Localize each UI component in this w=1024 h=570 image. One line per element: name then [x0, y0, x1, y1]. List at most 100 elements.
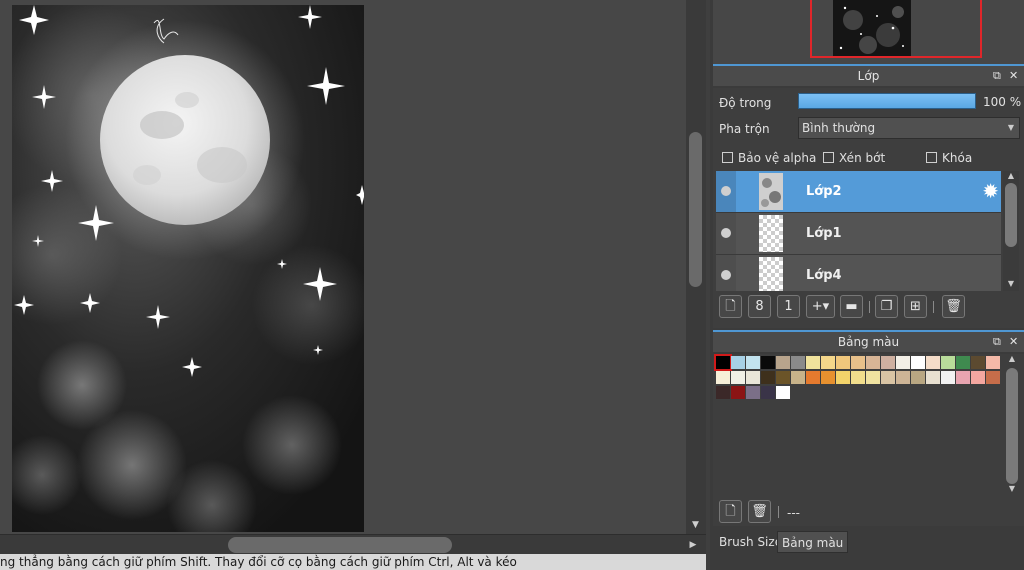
color-swatch[interactable]: [881, 356, 895, 369]
layer-row[interactable]: Lớp1: [716, 213, 1001, 255]
gear-icon[interactable]: ✹: [982, 179, 999, 203]
add-layer-dropdown-button[interactable]: +▾: [806, 295, 835, 318]
palette-scroll-thumb[interactable]: [1006, 368, 1018, 484]
color-swatch[interactable]: [896, 356, 910, 369]
layer-name: Lớp4: [806, 268, 842, 283]
new-page-icon: 🗋: [725, 504, 736, 519]
color-swatch[interactable]: [851, 371, 865, 384]
checkbox-box[interactable]: [823, 152, 834, 163]
scroll-down-arrow-icon[interactable]: ▼: [689, 519, 702, 532]
layer-visibility-toggle[interactable]: [716, 255, 736, 291]
opacity-slider[interactable]: [798, 93, 976, 109]
layer-list: Lớp2 ✹ Lớp1 Lớp4: [716, 171, 1001, 291]
canvas-horizontal-scrollbar[interactable]: ▶: [0, 534, 706, 554]
close-icon[interactable]: ✕: [1009, 66, 1018, 86]
color-swatch[interactable]: [821, 356, 835, 369]
lock-checkbox[interactable]: Khóa: [926, 151, 972, 165]
blend-mode-label: Pha trộn: [719, 122, 770, 136]
layer-row[interactable]: Lớp2 ✹: [716, 171, 1001, 213]
color-swatch[interactable]: [941, 371, 955, 384]
color-swatch[interactable]: [926, 371, 940, 384]
color-swatch[interactable]: [746, 356, 760, 369]
color-swatch[interactable]: [731, 386, 745, 399]
color-swatch[interactable]: [986, 371, 1000, 384]
color-swatch[interactable]: [821, 371, 835, 384]
scroll-right-arrow-icon[interactable]: ▶: [686, 537, 700, 553]
scroll-down-arrow-icon[interactable]: ▼: [1003, 279, 1019, 288]
color-swatch[interactable]: [761, 386, 775, 399]
color-swatch[interactable]: [851, 356, 865, 369]
new-raster-layer-button[interactable]: 8: [748, 295, 771, 318]
layer-visibility-toggle[interactable]: [716, 171, 736, 212]
tab-palette[interactable]: Bảng màu: [777, 531, 849, 553]
color-swatch[interactable]: [776, 386, 790, 399]
color-swatch[interactable]: [731, 371, 745, 384]
tab-brush-size[interactable]: Brush Size: [715, 531, 786, 553]
color-swatch[interactable]: [866, 371, 880, 384]
layer-panel-header: Lớp ⧉ ✕: [713, 64, 1024, 86]
scroll-down-arrow-icon[interactable]: ▼: [1004, 484, 1020, 493]
color-swatch[interactable]: [971, 371, 985, 384]
new-page-icon: 🗋: [725, 299, 736, 314]
layer-list-scroll-thumb[interactable]: [1005, 183, 1017, 247]
color-swatch[interactable]: [881, 371, 895, 384]
new-palette-button[interactable]: 🗋: [719, 500, 742, 523]
color-swatch[interactable]: [971, 356, 985, 369]
color-swatch[interactable]: [716, 386, 730, 399]
delete-palette-button[interactable]: 🗑: [748, 500, 771, 523]
undock-icon[interactable]: ⧉: [993, 66, 1001, 86]
color-swatch[interactable]: [896, 371, 910, 384]
layer-list-scrollbar[interactable]: ▲ ▼: [1003, 171, 1019, 291]
blend-mode-select[interactable]: Bình thường ▼: [798, 117, 1020, 139]
navigator-viewport-frame[interactable]: [810, 0, 982, 58]
artwork-night-sky: [12, 5, 364, 532]
layer-visibility-toggle[interactable]: [716, 213, 736, 254]
merge-layer-button[interactable]: ⊞: [904, 295, 927, 318]
color-swatch[interactable]: [746, 371, 760, 384]
duplicate-icon: ❐: [880, 299, 893, 314]
trash-icon: 🗑: [751, 504, 768, 519]
color-swatch[interactable]: [911, 356, 925, 369]
color-swatch[interactable]: [956, 371, 970, 384]
color-swatch[interactable]: [806, 371, 820, 384]
new-layer-button[interactable]: 🗋: [719, 295, 742, 318]
canvas-horizontal-scroll-thumb[interactable]: [228, 537, 452, 553]
color-swatch[interactable]: [866, 356, 880, 369]
color-swatch[interactable]: [836, 356, 850, 369]
color-swatch[interactable]: [776, 371, 790, 384]
color-swatch[interactable]: [911, 371, 925, 384]
new-1bit-layer-button[interactable]: 1: [777, 295, 800, 318]
color-swatch[interactable]: [806, 356, 820, 369]
new-folder-button[interactable]: ▬: [840, 295, 863, 318]
color-swatch[interactable]: [986, 356, 1000, 369]
canvas-area[interactable]: [0, 0, 696, 534]
layer-row[interactable]: Lớp4: [716, 255, 1001, 291]
protect-alpha-checkbox[interactable]: Bảo vệ alpha: [722, 151, 816, 165]
palette-scrollbar[interactable]: ▲ ▼: [1004, 354, 1020, 496]
color-swatch[interactable]: [776, 356, 790, 369]
color-swatch[interactable]: [956, 356, 970, 369]
color-swatch[interactable]: [791, 356, 805, 369]
checkbox-box[interactable]: [926, 152, 937, 163]
color-swatch[interactable]: [791, 371, 805, 384]
color-swatch[interactable]: [761, 356, 775, 369]
checkbox-box[interactable]: [722, 152, 733, 163]
clipping-checkbox[interactable]: Xén bớt: [823, 151, 885, 165]
scroll-up-arrow-icon[interactable]: ▲: [1003, 171, 1019, 180]
delete-layer-button[interactable]: 🗑: [942, 295, 965, 318]
color-swatch[interactable]: [761, 371, 775, 384]
duplicate-layer-button[interactable]: ❐: [875, 295, 898, 318]
canvas-vertical-scroll-thumb[interactable]: [689, 132, 702, 287]
color-swatch[interactable]: [836, 371, 850, 384]
close-icon[interactable]: ✕: [1009, 332, 1018, 352]
scroll-up-arrow-icon[interactable]: ▲: [1004, 354, 1020, 363]
color-swatch[interactable]: [926, 356, 940, 369]
color-swatch[interactable]: [746, 386, 760, 399]
color-swatch[interactable]: [731, 356, 745, 369]
artwork-canvas[interactable]: [12, 5, 364, 532]
undock-icon[interactable]: ⧉: [993, 332, 1001, 352]
color-swatch[interactable]: [714, 354, 732, 371]
color-swatch[interactable]: [941, 356, 955, 369]
canvas-vertical-scrollbar[interactable]: ▼: [686, 0, 706, 534]
color-swatch[interactable]: [716, 371, 730, 384]
